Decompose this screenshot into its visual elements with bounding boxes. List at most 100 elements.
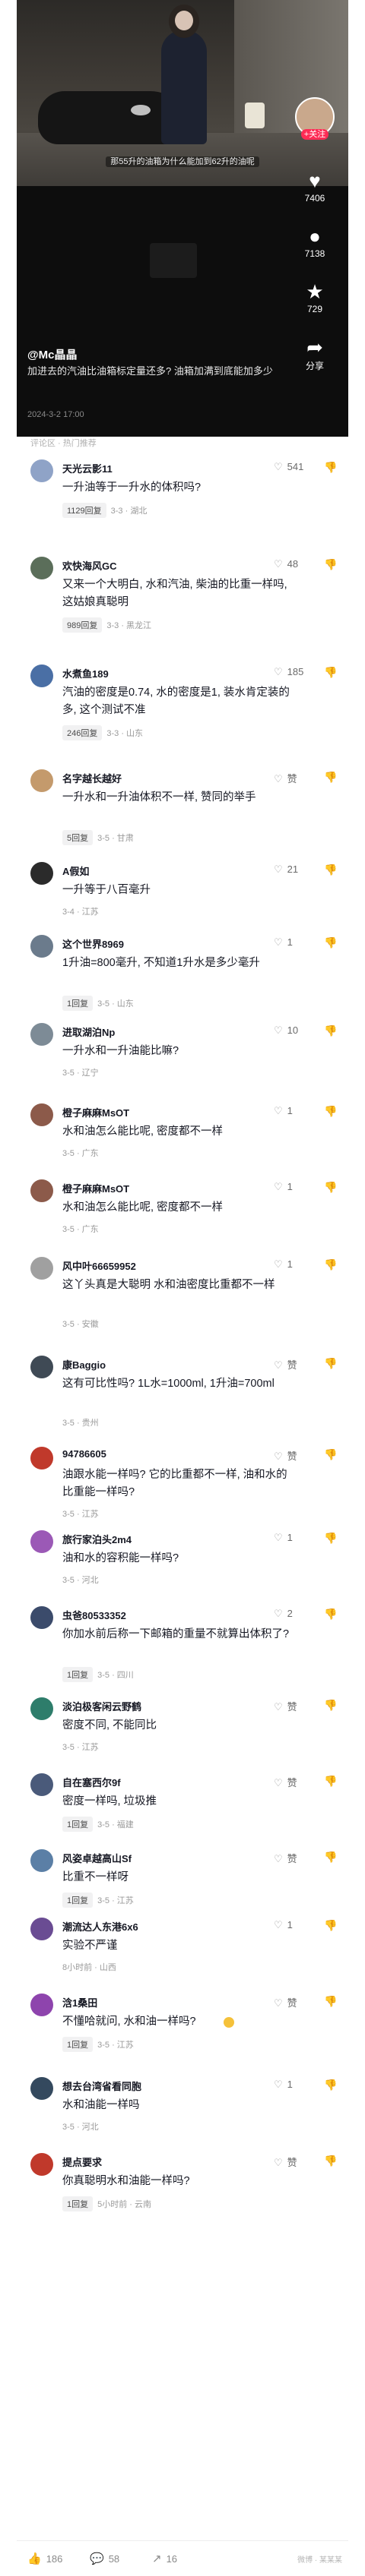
comment-like-button[interactable]: ♡ 赞 (274, 1995, 297, 2009)
avatar[interactable] (30, 1849, 53, 1872)
avatar[interactable] (30, 769, 53, 792)
comment-author[interactable]: 淡泊极客闲云野鹤 (62, 1699, 141, 1713)
comment-author[interactable]: 想去台湾省看同胞 (62, 2079, 141, 2093)
avatar[interactable] (30, 1994, 53, 2016)
play-overlay[interactable] (150, 243, 197, 278)
video-frame[interactable]: 那55升的油箱为什么能加到62升的油呢 (17, 0, 348, 186)
comment-author[interactable]: 潮流达人东港6x6 (62, 1919, 138, 1934)
avatar[interactable] (30, 557, 53, 579)
reply-count-button[interactable]: 1回复 (62, 1893, 94, 1908)
comment-like-button[interactable]: ♡ 赞 (274, 1357, 297, 1372)
avatar[interactable] (30, 1918, 53, 1940)
comment-like-button[interactable]: ♡ 1 (274, 1258, 293, 1271)
bottom-like-button[interactable]: 👍 186 (27, 2552, 62, 2565)
avatar[interactable] (30, 665, 53, 687)
comment-like-button[interactable]: ♡ 赞 (274, 771, 297, 785)
comment-author[interactable]: 94786605 (62, 1448, 106, 1460)
avatar[interactable] (30, 459, 53, 482)
reply-count-button[interactable]: 1回复 (62, 2037, 94, 2052)
comment-author[interactable]: 康Baggio (62, 1357, 106, 1372)
comment-action[interactable]: ● 7138 (292, 224, 338, 259)
avatar[interactable] (30, 1179, 53, 1202)
avatar[interactable] (30, 862, 53, 885)
like-action[interactable]: ♥ 7406 (292, 169, 338, 204)
dislike-icon[interactable]: 👎 (324, 2155, 337, 2167)
avatar[interactable] (30, 935, 53, 958)
comment-like-button[interactable]: ♡ 2 (274, 1608, 293, 1620)
comment-author[interactable]: 这个世界8969 (62, 936, 124, 951)
comment-author[interactable]: 提点要求 (62, 2155, 102, 2169)
comment-like-button[interactable]: ♡ 10 (274, 1024, 298, 1037)
comment-like-button[interactable]: ♡ 1 (274, 1919, 293, 1931)
dislike-icon[interactable]: 👎 (324, 558, 337, 571)
comment-like-button[interactable]: ♡ 541 (274, 461, 303, 473)
comment-like-button[interactable]: ♡ 1 (274, 1181, 293, 1193)
comment-like-button[interactable]: ♡ 1 (274, 2079, 293, 2091)
avatar[interactable] (30, 1356, 53, 1378)
comment-author[interactable]: 自在塞西尔9f (62, 1775, 121, 1789)
reply-count-button[interactable]: 1回复 (62, 1817, 94, 1832)
author-name[interactable]: @Mc晶晶 (27, 346, 77, 362)
follow-button[interactable]: +关注 (295, 128, 335, 140)
reply-count-button[interactable]: 1回复 (62, 996, 94, 1011)
dislike-icon[interactable]: 👎 (324, 1995, 337, 2008)
avatar[interactable] (30, 1023, 53, 1046)
comment-like-button[interactable]: ♡ 1 (274, 1532, 293, 1544)
dislike-icon[interactable]: 👎 (324, 1919, 337, 1932)
dislike-icon[interactable]: 👎 (324, 666, 337, 679)
dislike-icon[interactable]: 👎 (324, 863, 337, 876)
favorite-action[interactable]: ★ 729 (292, 279, 338, 314)
reply-count-button[interactable]: 246回复 (62, 725, 103, 740)
comment-like-button[interactable]: ♡ 赞 (274, 1448, 297, 1463)
dislike-icon[interactable]: 👎 (324, 1448, 337, 1461)
comment-author[interactable]: 橙子麻麻MsOT (62, 1181, 129, 1195)
reply-count-button[interactable]: 1129回复 (62, 503, 106, 518)
comment-author[interactable]: 风姿卓越高山Sf (62, 1851, 132, 1865)
dislike-icon[interactable]: 👎 (324, 1258, 337, 1271)
dislike-icon[interactable]: 👎 (324, 1699, 337, 1712)
reply-count-button[interactable]: 1回复 (62, 2196, 94, 2211)
comment-author[interactable]: 浛1桑田 (62, 1995, 97, 2009)
avatar[interactable] (30, 1257, 53, 1280)
comment-author[interactable]: 虫爸80533352 (62, 1608, 126, 1622)
avatar[interactable] (30, 1773, 53, 1796)
avatar[interactable] (30, 2153, 53, 2176)
dislike-icon[interactable]: 👎 (324, 1105, 337, 1118)
dislike-icon[interactable]: 👎 (324, 1532, 337, 1545)
avatar[interactable] (30, 1530, 53, 1553)
avatar[interactable] (30, 1697, 53, 1720)
comment-like-button[interactable]: ♡ 赞 (274, 1699, 297, 1713)
dislike-icon[interactable]: 👎 (324, 1608, 337, 1621)
share-action[interactable]: ➦ 分享 (292, 335, 338, 372)
dislike-icon[interactable]: 👎 (324, 936, 337, 949)
comment-author[interactable]: 风中叶66659952 (62, 1258, 136, 1273)
dislike-icon[interactable]: 👎 (324, 1775, 337, 1788)
dislike-icon[interactable]: 👎 (324, 1357, 337, 1370)
dislike-icon[interactable]: 👎 (324, 2079, 337, 2091)
reply-count-button[interactable]: 1回复 (62, 1667, 94, 1682)
comment-like-button[interactable]: ♡ 赞 (274, 1851, 297, 1865)
avatar[interactable] (30, 2077, 53, 2100)
dislike-icon[interactable]: 👎 (324, 1181, 337, 1194)
comment-like-button[interactable]: ♡ 1 (274, 1105, 293, 1117)
reply-count-button[interactable]: 989回复 (62, 617, 103, 633)
comment-like-button[interactable]: ♡ 48 (274, 558, 298, 570)
comment-author[interactable]: 进取湖泊Np (62, 1024, 115, 1039)
comment-like-button[interactable]: ♡ 185 (274, 666, 303, 678)
avatar[interactable] (30, 1447, 53, 1470)
comment-like-button[interactable]: ♡ 赞 (274, 2155, 297, 2169)
dislike-icon[interactable]: 👎 (324, 1024, 337, 1037)
comment-author[interactable]: 橙子麻麻MsOT (62, 1105, 129, 1119)
dislike-icon[interactable]: 👎 (324, 1851, 337, 1864)
comment-author[interactable]: 天光云影11 (62, 461, 113, 475)
comment-author[interactable]: 水煮鱼189 (62, 666, 109, 680)
comment-like-button[interactable]: ♡ 1 (274, 936, 293, 949)
comment-like-button[interactable]: ♡ 21 (274, 863, 298, 876)
bottom-comment-button[interactable]: 💬 58 (90, 2552, 119, 2565)
comment-author[interactable]: 名字越长越好 (62, 771, 122, 785)
reply-count-button[interactable]: 5回复 (62, 830, 94, 845)
avatar[interactable] (30, 1103, 53, 1126)
bottom-share-button[interactable]: ↗ 16 (152, 2552, 177, 2565)
video-card[interactable]: 那55升的油箱为什么能加到62升的油呢 +关注 ♥ 7406 ● 7138 ★ … (17, 0, 348, 437)
dislike-icon[interactable]: 👎 (324, 461, 337, 474)
